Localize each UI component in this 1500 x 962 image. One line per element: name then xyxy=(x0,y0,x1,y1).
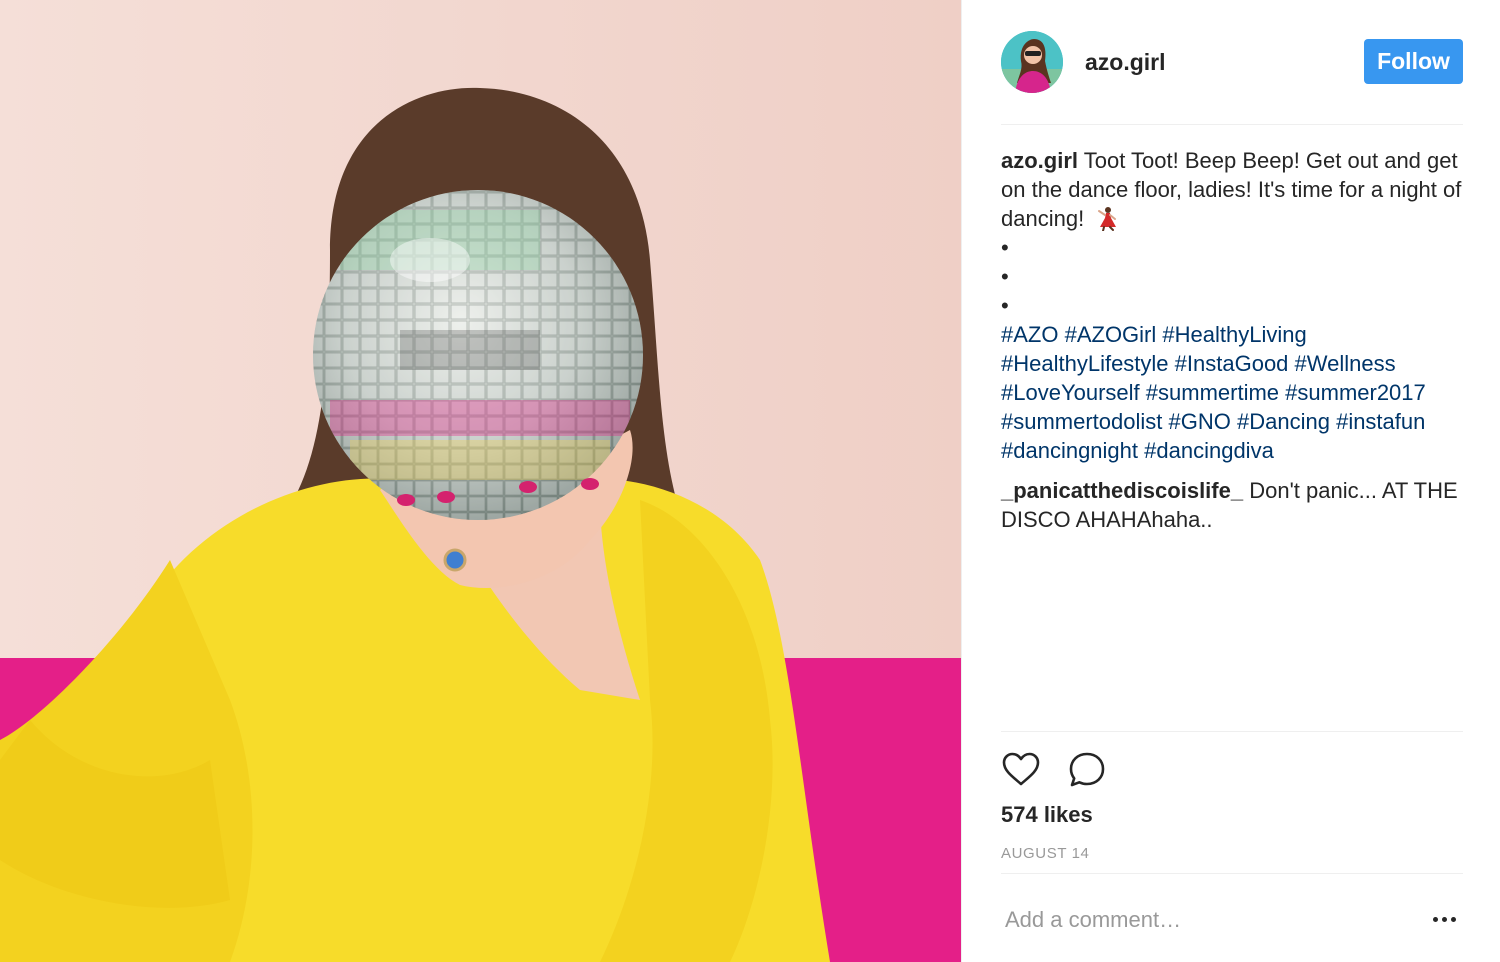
comment-item: _panicatthediscoislife_ Don't panic... A… xyxy=(1001,476,1463,534)
caption: azo.girl Toot Toot! Beep Beep! Get out a… xyxy=(1001,146,1463,465)
hashtag-link[interactable]: #summertodolist xyxy=(1001,409,1162,434)
more-dot xyxy=(1432,916,1438,922)
hashtag-link[interactable]: #HealthyLiving xyxy=(1162,322,1306,347)
hashtag-link[interactable]: #Dancing xyxy=(1237,409,1330,434)
post-author-username[interactable]: azo.girl xyxy=(1085,49,1166,76)
more-dot xyxy=(1450,916,1456,922)
heart-icon[interactable] xyxy=(1001,750,1041,790)
hashtag-link[interactable]: #HealthyLifestyle xyxy=(1001,351,1169,376)
hashtag-link[interactable]: #dancingdiva xyxy=(1144,438,1274,463)
add-comment-input[interactable] xyxy=(1001,902,1411,938)
caption-author[interactable]: azo.girl xyxy=(1001,148,1078,173)
hashtag-link[interactable]: #Wellness xyxy=(1295,351,1396,376)
likes-count[interactable]: 574 likes xyxy=(1001,802,1093,828)
comments-list: azo.girl Toot Toot! Beep Beep! Get out a… xyxy=(1001,146,1463,534)
caption-bullet: • xyxy=(1001,264,1009,289)
hashtag-link[interactable]: #summertime xyxy=(1146,380,1279,405)
post-date: AUGUST 14 xyxy=(1001,845,1090,862)
add-comment-section xyxy=(1001,873,1463,962)
more-options-icon[interactable] xyxy=(1429,904,1459,934)
caption-bullet: • xyxy=(1001,293,1009,318)
avatar[interactable] xyxy=(1001,31,1063,93)
more-dot xyxy=(1441,916,1447,922)
hashtag-link[interactable]: #AZOGirl xyxy=(1065,322,1157,347)
follow-button[interactable]: Follow xyxy=(1364,39,1463,84)
post-actions: 574 likes AUGUST 14 xyxy=(1001,731,1463,862)
post-photo[interactable] xyxy=(0,0,961,962)
action-icons xyxy=(1001,750,1107,790)
comment-author[interactable]: _panicatthediscoislife_ xyxy=(1001,478,1243,503)
caption-bullet: • xyxy=(1001,235,1009,260)
hashtag-link[interactable]: #dancingnight xyxy=(1001,438,1138,463)
dancer-emoji-icon xyxy=(1098,207,1117,231)
avatar-illustration xyxy=(1001,31,1063,93)
post-sidebar: azo.girl Follow azo.girl Toot Toot! Beep… xyxy=(961,0,1500,962)
hashtag-link[interactable]: #AZO xyxy=(1001,322,1058,347)
comment-bubble-icon[interactable] xyxy=(1067,750,1107,790)
photo-illustration xyxy=(0,0,961,962)
hashtag-list: #AZO #AZOGirl #HealthyLiving #HealthyLif… xyxy=(1001,320,1463,465)
hashtag-link[interactable]: #summer2017 xyxy=(1285,380,1426,405)
hashtag-link[interactable]: #LoveYourself xyxy=(1001,380,1140,405)
hashtag-link[interactable]: #instafun xyxy=(1336,409,1425,434)
hashtag-link[interactable]: #InstaGood xyxy=(1175,351,1289,376)
hashtag-link[interactable]: #GNO xyxy=(1169,409,1231,434)
post-header: azo.girl Follow xyxy=(1001,29,1463,125)
